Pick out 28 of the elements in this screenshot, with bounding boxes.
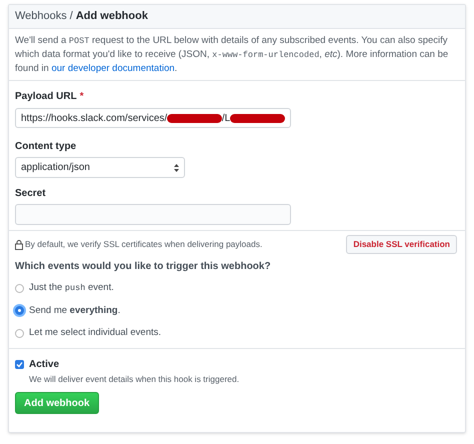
lock-icon bbox=[15, 240, 23, 250]
redaction-mark bbox=[167, 114, 222, 122]
radio-button[interactable] bbox=[15, 306, 24, 316]
radio-label: Just the push event. bbox=[29, 281, 114, 296]
required-mark: * bbox=[80, 90, 84, 104]
checkbox-note: We will deliver event details when this hook is triggered. bbox=[29, 372, 240, 386]
field-label: Payload URL bbox=[15, 90, 77, 104]
checkbox-label: Active bbox=[29, 358, 60, 372]
radio-button[interactable] bbox=[15, 328, 24, 338]
breadcrumb-link[interactable]: Webhooks bbox=[15, 8, 67, 25]
disable-ssl-button[interactable]: Disable SSL verification bbox=[346, 235, 457, 254]
page-title: Add webhook bbox=[76, 9, 148, 24]
active-checkbox[interactable] bbox=[15, 360, 24, 368]
events-question: Which events would you like to trigger this webhook? bbox=[15, 260, 272, 274]
radio-label: Let me select individual events. bbox=[29, 326, 162, 340]
description-text: We'll send a POST request to the URL below with details of any subscribed events. You can also specify which data format you'd like to receive (JSON, x-www-form-urlencoded, etc). More information can be found in our developer documentation. bbox=[15, 34, 450, 75]
field-label: Content type bbox=[15, 140, 78, 154]
ssl-note: By default, we verify SSL certificates when delivering payloads. bbox=[25, 238, 262, 251]
select-arrows-icon bbox=[174, 164, 179, 172]
documentation-link[interactable]: our developer documentation bbox=[51, 63, 175, 74]
secret-field[interactable] bbox=[15, 204, 291, 225]
radio-label: Send me everything. bbox=[29, 304, 120, 318]
field-label: Secret bbox=[15, 187, 47, 201]
content-type-select[interactable]: application/json bbox=[15, 157, 185, 178]
breadcrumb-separator: / bbox=[70, 9, 73, 24]
payload-url-field[interactable]: https://hooks.slack.com/services/ /L bbox=[15, 108, 291, 128]
redaction-mark bbox=[230, 114, 285, 122]
radio-button[interactable] bbox=[15, 284, 24, 293]
